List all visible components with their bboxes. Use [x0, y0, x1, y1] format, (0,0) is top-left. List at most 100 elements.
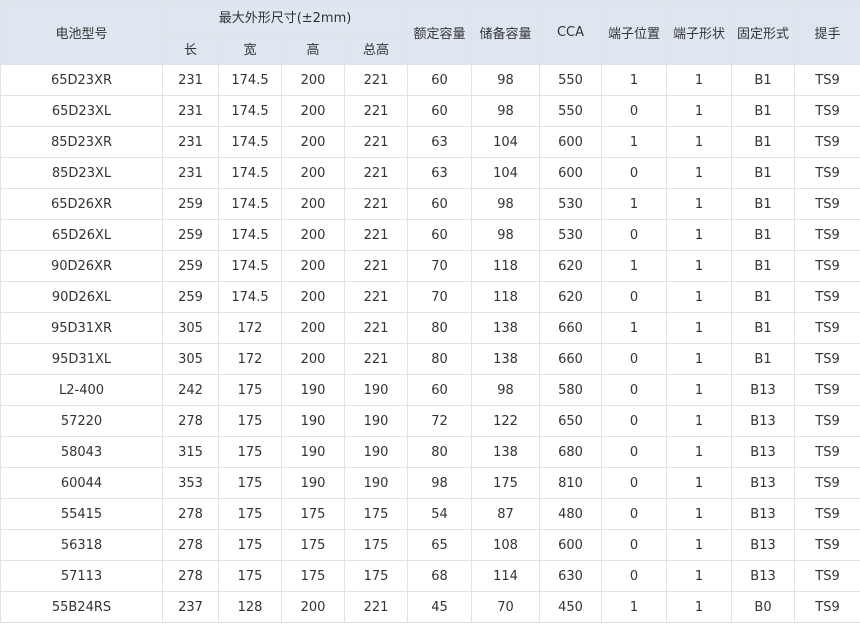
table-row: 65D26XL 259 174.5 200 221 60 98 530 0 1 B1 TS9 — [0, 219, 860, 251]
cell-length: 278 — [162, 560, 219, 592]
cell-model: 55415 — [0, 498, 163, 530]
cell-height: 175 — [281, 498, 345, 530]
table-row: 90D26XL 259 174.5 200 221 70 118 620 0 1 B1 TS9 — [0, 281, 860, 313]
cell-width: 174.5 — [218, 250, 282, 282]
cell-handle: TS9 — [794, 591, 860, 623]
cell-total-height: 175 — [343, 560, 409, 592]
cell-terminal-position: 0 — [601, 498, 668, 530]
cell-length: 259 — [162, 188, 219, 220]
cell-terminal-position: 1 — [601, 126, 668, 158]
cell-rated-capacity: 65 — [407, 529, 473, 561]
cell-height: 200 — [281, 281, 345, 313]
table-row: 57220 278 175 190 190 72 122 650 0 1 B13 TS9 — [0, 405, 860, 437]
cell-cca: 650 — [539, 405, 603, 437]
cell-total-height: 190 — [343, 467, 409, 499]
table-row: 95D31XL 305 172 200 221 80 138 660 0 1 B1 TS9 — [0, 343, 860, 375]
cell-model: 65D26XR — [0, 188, 163, 220]
cell-model: L2-400 — [0, 374, 163, 406]
cell-width: 172 — [218, 312, 282, 344]
cell-height: 200 — [281, 64, 345, 96]
table-row: 55415 278 175 175 175 54 87 480 0 1 B13 TS9 — [0, 498, 860, 530]
cell-reserve-capacity: 87 — [471, 498, 541, 530]
cell-handle: TS9 — [794, 529, 860, 561]
cell-width: 174.5 — [218, 95, 282, 127]
cell-rated-capacity: 80 — [407, 343, 473, 375]
cell-handle: TS9 — [794, 281, 860, 313]
cell-height: 200 — [281, 250, 345, 282]
table-row: 65D23XL 231 174.5 200 221 60 98 550 0 1 B1 TS9 — [0, 95, 860, 127]
cell-total-height: 221 — [343, 126, 409, 158]
cell-handle: TS9 — [794, 126, 860, 158]
cell-height: 200 — [281, 126, 345, 158]
cell-terminal-position: 1 — [601, 188, 668, 220]
cell-cca: 680 — [539, 436, 603, 468]
header-terminal-position: 端子位置 — [601, 0, 668, 65]
table-row: L2-400 242 175 190 190 60 98 580 0 1 B13 TS9 — [0, 374, 860, 406]
cell-length: 305 — [162, 343, 219, 375]
cell-terminal-shape: 1 — [666, 126, 733, 158]
cell-terminal-position: 0 — [601, 281, 668, 313]
cell-total-height: 221 — [343, 591, 409, 623]
cell-length: 259 — [162, 219, 219, 251]
cell-height: 200 — [281, 219, 345, 251]
cell-rated-capacity: 98 — [407, 467, 473, 499]
cell-model: 65D23XL — [0, 95, 163, 127]
cell-terminal-position: 0 — [601, 374, 668, 406]
cell-cca: 600 — [539, 157, 603, 189]
cell-handle: TS9 — [794, 467, 860, 499]
cell-width: 175 — [218, 560, 282, 592]
cell-handle: TS9 — [794, 312, 860, 344]
cell-width: 174.5 — [218, 281, 282, 313]
cell-terminal-shape: 1 — [666, 436, 733, 468]
cell-terminal-shape: 1 — [666, 219, 733, 251]
cell-length: 237 — [162, 591, 219, 623]
cell-total-height: 221 — [343, 64, 409, 96]
table-row: 60044 353 175 190 190 98 175 810 0 1 B13 TS9 — [0, 467, 860, 499]
cell-terminal-position: 0 — [601, 529, 668, 561]
cell-reserve-capacity: 98 — [471, 64, 541, 96]
cell-length: 278 — [162, 529, 219, 561]
cell-cca: 630 — [539, 560, 603, 592]
cell-model: 95D31XR — [0, 312, 163, 344]
cell-mounting: B13 — [731, 436, 796, 468]
cell-handle: TS9 — [794, 374, 860, 406]
cell-cca: 660 — [539, 343, 603, 375]
header-handle: 提手 — [794, 0, 860, 65]
cell-terminal-shape: 1 — [666, 312, 733, 344]
table-row: 65D26XR 259 174.5 200 221 60 98 530 1 1 B1 TS9 — [0, 188, 860, 220]
cell-cca: 620 — [539, 250, 603, 282]
cell-terminal-shape: 1 — [666, 591, 733, 623]
cell-reserve-capacity: 108 — [471, 529, 541, 561]
cell-model: 85D23XR — [0, 126, 163, 158]
cell-handle: TS9 — [794, 405, 860, 437]
cell-rated-capacity: 80 — [407, 436, 473, 468]
table-row: 55B24RS 237 128 200 221 45 70 450 1 1 B0 TS9 — [0, 591, 860, 623]
cell-height: 190 — [281, 405, 345, 437]
cell-reserve-capacity: 98 — [471, 219, 541, 251]
cell-width: 174.5 — [218, 219, 282, 251]
cell-reserve-capacity: 98 — [471, 374, 541, 406]
cell-mounting: B1 — [731, 250, 796, 282]
header-length: 长 — [162, 32, 219, 65]
cell-length: 231 — [162, 157, 219, 189]
cell-terminal-position: 1 — [601, 250, 668, 282]
cell-reserve-capacity: 138 — [471, 343, 541, 375]
cell-width: 175 — [218, 529, 282, 561]
cell-reserve-capacity: 118 — [471, 281, 541, 313]
cell-model: 58043 — [0, 436, 163, 468]
cell-reserve-capacity: 70 — [471, 591, 541, 623]
cell-length: 259 — [162, 250, 219, 282]
cell-model: 95D31XL — [0, 343, 163, 375]
cell-mounting: B0 — [731, 591, 796, 623]
cell-mounting: B13 — [731, 498, 796, 530]
cell-total-height: 221 — [343, 95, 409, 127]
cell-height: 200 — [281, 157, 345, 189]
cell-model: 56318 — [0, 529, 163, 561]
table-row: 90D26XR 259 174.5 200 221 70 118 620 1 1 B1 TS9 — [0, 250, 860, 282]
cell-rated-capacity: 45 — [407, 591, 473, 623]
table-row: 56318 278 175 175 175 65 108 600 0 1 B13 TS9 — [0, 529, 860, 561]
cell-length: 278 — [162, 498, 219, 530]
cell-total-height: 175 — [343, 529, 409, 561]
cell-model: 60044 — [0, 467, 163, 499]
cell-rated-capacity: 60 — [407, 374, 473, 406]
